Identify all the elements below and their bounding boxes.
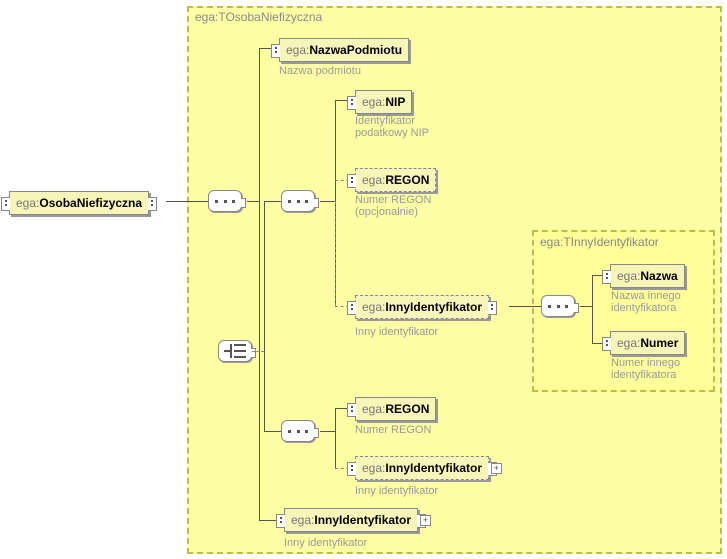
attr-handle-icon <box>148 197 157 211</box>
node-name: InnyIdentyfikator <box>385 300 482 314</box>
group-title-tosobaniefizyczna: ega:TOsobaNiefizyczna <box>195 10 322 24</box>
attr-handle-icon <box>347 301 356 315</box>
caption-numer: Numer innego identyfikatora <box>611 357 701 381</box>
node-prefix: ega: <box>362 461 385 475</box>
expand-icon[interactable]: + <box>491 463 502 474</box>
connector <box>320 201 335 202</box>
node-name: Nazwa <box>640 269 677 283</box>
node-name: InnyIdentyfikator <box>314 513 411 527</box>
connector <box>264 431 281 432</box>
seq-compositor[interactable] <box>281 420 315 442</box>
attr-handle-icon <box>488 301 497 315</box>
node-nazwa[interactable]: ega:Nazwa <box>610 264 685 288</box>
node-innyidentyfikator-1[interactable]: ega:InnyIdentyfikator <box>355 295 489 319</box>
seq-compositor[interactable] <box>208 190 242 212</box>
node-prefix: ega: <box>617 269 640 283</box>
connector <box>580 306 592 307</box>
caption-regon: Numer REGON <box>355 424 431 436</box>
caption-innyidentyfikator-2: Inny identyfikator <box>355 485 438 497</box>
group-title-tinnyidentyfikator: ega:TInnyIdentyfikator <box>540 235 659 249</box>
node-name: Numer <box>640 336 678 350</box>
expand-icon[interactable]: + <box>420 515 431 526</box>
connector <box>166 201 208 202</box>
attr-handle-icon <box>271 44 280 58</box>
seq-compositor[interactable] <box>281 190 315 212</box>
caption-nazwa: Nazwa innego identyfikatora <box>611 290 701 314</box>
connector <box>592 275 593 343</box>
node-nip[interactable]: ega:NIP <box>355 90 412 114</box>
node-name: NIP <box>385 95 405 109</box>
node-name: NazwaPodmiotu <box>309 43 402 57</box>
dashed-connector <box>252 351 264 352</box>
node-prefix: ega: <box>16 196 39 210</box>
node-prefix: ega: <box>617 336 640 350</box>
node-regon[interactable]: ega:REGON <box>355 397 436 421</box>
sequence-icon <box>288 200 308 203</box>
node-regon-optional[interactable]: ega:REGON <box>355 168 436 192</box>
sequence-icon <box>548 305 568 308</box>
node-name: OsobaNiefizyczna <box>39 196 142 210</box>
attr-handle-icon <box>276 514 285 528</box>
attr-handle-icon <box>602 337 611 351</box>
node-innyidentyfikator-3[interactable]: ega:InnyIdentyfikator + <box>284 508 418 532</box>
caption-innyidentyfikator-1: Inny identyfikator <box>355 326 438 338</box>
node-name: REGON <box>385 402 429 416</box>
sequence-icon <box>215 200 235 203</box>
node-prefix: ega: <box>362 402 385 416</box>
attr-handle-icon <box>347 174 356 188</box>
diagram-canvas: ega:TOsobaNiefizyczna ega:TInnyIdentyfik… <box>0 0 727 559</box>
node-nazwapodmiotu[interactable]: ega:NazwaPodmiotu <box>279 38 409 62</box>
attr-handle-icon <box>602 270 611 284</box>
caption-nip: Identyfikator podatkowy NIP <box>355 115 445 139</box>
node-prefix: ega: <box>362 173 385 187</box>
connector <box>259 48 260 521</box>
node-name: REGON <box>385 173 429 187</box>
choice-compositor[interactable] <box>218 340 252 362</box>
node-prefix: ega: <box>362 95 385 109</box>
attr-handle-icon <box>347 96 356 110</box>
caption-regon-optional: Numer REGON (opcjonalnie) <box>355 194 445 218</box>
attr-handle-icon <box>1 197 10 211</box>
dashed-connector-v <box>335 201 336 306</box>
node-prefix: ega: <box>291 513 314 527</box>
connector <box>264 201 281 202</box>
connector <box>335 408 336 468</box>
node-osobaniefizyczna[interactable]: ega:OsobaNiefizyczna <box>9 191 149 215</box>
seq-compositor[interactable] <box>541 295 575 317</box>
caption-innyidentyfikator-3: Inny identyfikator <box>284 537 367 549</box>
node-prefix: ega: <box>286 43 309 57</box>
connector <box>247 201 259 202</box>
attr-handle-icon <box>347 462 356 476</box>
connector <box>264 201 265 431</box>
sequence-icon <box>288 430 308 433</box>
node-name: InnyIdentyfikator <box>385 461 482 475</box>
node-prefix: ega: <box>362 300 385 314</box>
connector <box>509 306 541 307</box>
choice-icon <box>224 344 246 358</box>
connector <box>320 431 335 432</box>
node-numer[interactable]: ega:Numer <box>610 331 685 355</box>
attr-handle-icon <box>347 403 356 417</box>
node-innyidentyfikator-2[interactable]: ega:InnyIdentyfikator + <box>355 456 489 480</box>
caption-nazwapodmiotu: Nazwa podmiotu <box>279 65 361 77</box>
